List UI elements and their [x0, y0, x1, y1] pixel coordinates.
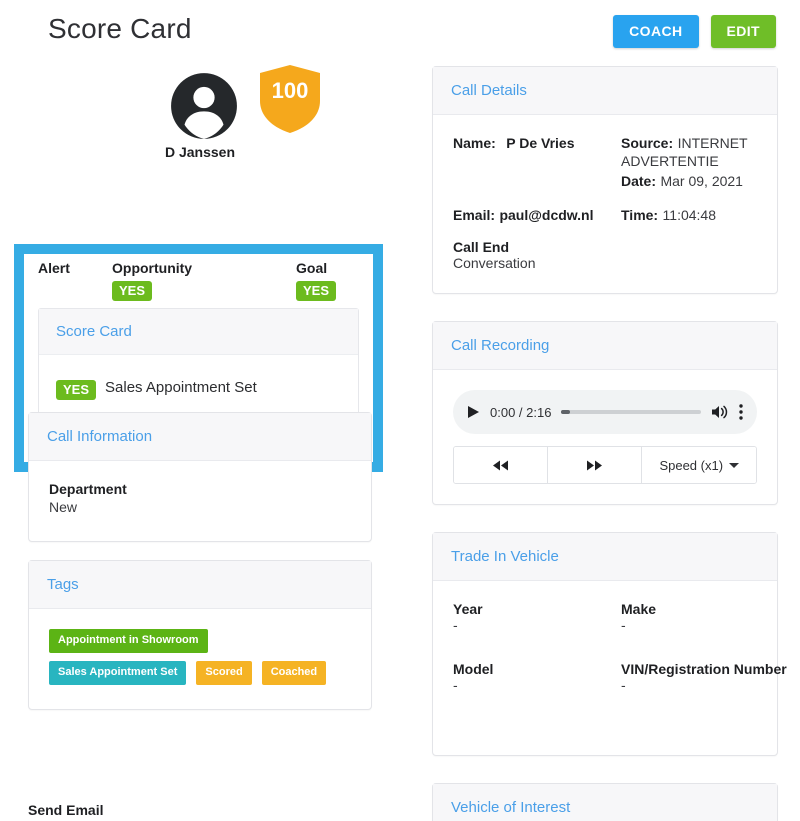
goal-column: Goal YES: [296, 260, 337, 301]
call-end-label: Call End: [453, 239, 510, 255]
profile-block: 100 D Janssen: [0, 62, 400, 172]
player-controls: Speed (x1): [453, 446, 757, 484]
department-label: Department: [49, 481, 127, 497]
model-label: Model: [453, 661, 494, 677]
opportunity-badge: YES: [112, 281, 153, 301]
name-label: Name:: [453, 135, 496, 151]
speed-dropdown[interactable]: Speed (x1): [642, 447, 756, 483]
rewind-icon: [493, 460, 509, 470]
vehicle-of-interest-card: Vehicle of Interest: [432, 783, 778, 821]
score-item-badge: YES: [56, 380, 97, 400]
year-field: Year -: [453, 601, 613, 633]
send-email-block: Send Email Send Email: [28, 802, 372, 821]
call-end-value: Conversation: [453, 255, 536, 271]
call-information-card: Call Information Department New: [28, 412, 372, 542]
player-time-display: 0:00 / 2:16: [490, 404, 552, 420]
profile-name: D Janssen: [164, 144, 236, 160]
call-details-card: Call Details Name: P De Vries Source: IN…: [432, 66, 778, 294]
call-details-row-2: Email: paul@dcdw.nl Time: 11:04:48: [453, 207, 757, 233]
page-header: Score Card COACH EDIT: [0, 0, 800, 62]
trade-in-vehicle-title: Trade In Vehicle: [433, 533, 777, 581]
name-value: P De Vries: [506, 135, 575, 151]
year-value: -: [453, 617, 458, 633]
fast-forward-button[interactable]: [548, 447, 643, 483]
source-field: Source: INTERNET ADVERTENTIE: [621, 135, 797, 171]
goal-badge: YES: [296, 281, 337, 301]
call-information-title: Call Information: [29, 413, 371, 461]
name-field: Name: P De Vries: [453, 135, 613, 153]
vehicle-of-interest-title: Vehicle of Interest: [433, 784, 777, 821]
tags-title: Tags: [29, 561, 371, 609]
year-label: Year: [453, 601, 483, 617]
date-value: Mar 09, 2021: [660, 173, 743, 189]
call-recording-card: Call Recording 0:00 / 2:16 Speed (x1): [432, 321, 778, 505]
call-details-title: Call Details: [433, 67, 777, 115]
tag-item[interactable]: Scored: [196, 661, 252, 685]
rewind-button[interactable]: [454, 447, 549, 483]
avatar-icon: [171, 73, 237, 139]
make-value: -: [621, 617, 626, 633]
alert-label: Alert: [38, 260, 70, 276]
vin-value: -: [621, 677, 626, 693]
time-label: Time:: [621, 207, 659, 223]
email-label: Email:: [453, 207, 496, 223]
right-column: Call Details Name: P De Vries Source: IN…: [432, 66, 787, 821]
tag-item[interactable]: Sales Appointment Set: [49, 661, 187, 685]
opportunity-column: Opportunity YES: [112, 260, 192, 301]
model-field: Model -: [453, 661, 613, 693]
call-details-row-1: Name: P De Vries Source: INTERNET ADVERT…: [453, 135, 757, 207]
call-details-body: Name: P De Vries Source: INTERNET ADVERT…: [433, 115, 777, 293]
more-options-icon[interactable]: [739, 404, 743, 420]
tag-item[interactable]: Coached: [261, 661, 327, 685]
score-card-section-title: Score Card: [39, 309, 358, 355]
date-field: Date: Mar 09, 2021: [621, 173, 797, 191]
call-recording-title: Call Recording: [433, 322, 777, 370]
vin-label: VIN/Registration Number: [621, 661, 787, 677]
tags-card: Tags Appointment in Showroom Sales Appoi…: [28, 560, 372, 710]
call-end-field: Call End Conversation: [453, 239, 757, 271]
date-label: Date:: [621, 173, 657, 189]
vin-field: VIN/Registration Number -: [621, 661, 797, 693]
time-value: 11:04:48: [662, 207, 717, 223]
goal-label: Goal: [296, 260, 328, 276]
coach-button[interactable]: COACH: [613, 15, 699, 48]
fast-forward-icon: [587, 460, 603, 470]
email-field: Email: paul@dcdw.nl: [453, 207, 613, 225]
trade-row-1: Year - Make -: [453, 601, 757, 661]
tags-body: Appointment in Showroom Sales Appointmen…: [29, 609, 371, 709]
audio-player[interactable]: 0:00 / 2:16: [453, 390, 757, 434]
edit-button[interactable]: EDIT: [710, 15, 776, 48]
player-progress-slider[interactable]: [561, 410, 701, 414]
make-field: Make -: [621, 601, 797, 633]
play-icon[interactable]: [467, 405, 480, 419]
trade-row-2: Model - VIN/Registration Number -: [453, 661, 787, 729]
send-email-title: Send Email: [28, 802, 104, 818]
speed-label: Speed (x1): [659, 457, 724, 473]
source-label: Source:: [621, 135, 674, 151]
department-value: New: [49, 499, 78, 515]
make-label: Make: [621, 601, 657, 617]
tag-item[interactable]: Appointment in Showroom: [49, 629, 208, 653]
opportunity-label: Opportunity: [112, 260, 193, 276]
time-field: Time: 11:04:48: [621, 207, 797, 225]
tag-list: Appointment in Showroom Sales Appointmen…: [49, 629, 351, 685]
score-value: 100: [271, 78, 309, 103]
chevron-down-icon: [729, 462, 740, 468]
trade-in-vehicle-card: Trade In Vehicle Year - Make - Model - V…: [432, 532, 787, 756]
trade-in-vehicle-body: Year - Make - Model - VIN/Registration N…: [433, 581, 787, 755]
page-title: Score Card: [48, 13, 192, 44]
alert-column: Alert: [38, 260, 70, 276]
score-card-page: Score Card COACH EDIT 100 D Janssen Aler…: [0, 0, 800, 821]
score-card-section: Score Card YES Sales Appointment Set: [38, 308, 359, 427]
email-value: paul@dcdw.nl: [499, 207, 594, 223]
model-value: -: [453, 677, 458, 693]
call-recording-body: 0:00 / 2:16 Speed (x1): [433, 370, 777, 504]
score-summary-row: Alert Opportunity YES Goal YES: [24, 254, 373, 308]
source-date-field: Source: INTERNET ADVERTENTIE Date: Mar 0…: [621, 135, 797, 191]
score-item-label: Sales Appointment Set: [105, 379, 257, 396]
call-information-body: Department New: [29, 461, 371, 541]
header-actions: COACH EDIT: [613, 15, 776, 48]
volume-icon[interactable]: [711, 404, 729, 420]
left-column: 100 D Janssen Alert Opportunity YES Goal…: [0, 62, 400, 818]
